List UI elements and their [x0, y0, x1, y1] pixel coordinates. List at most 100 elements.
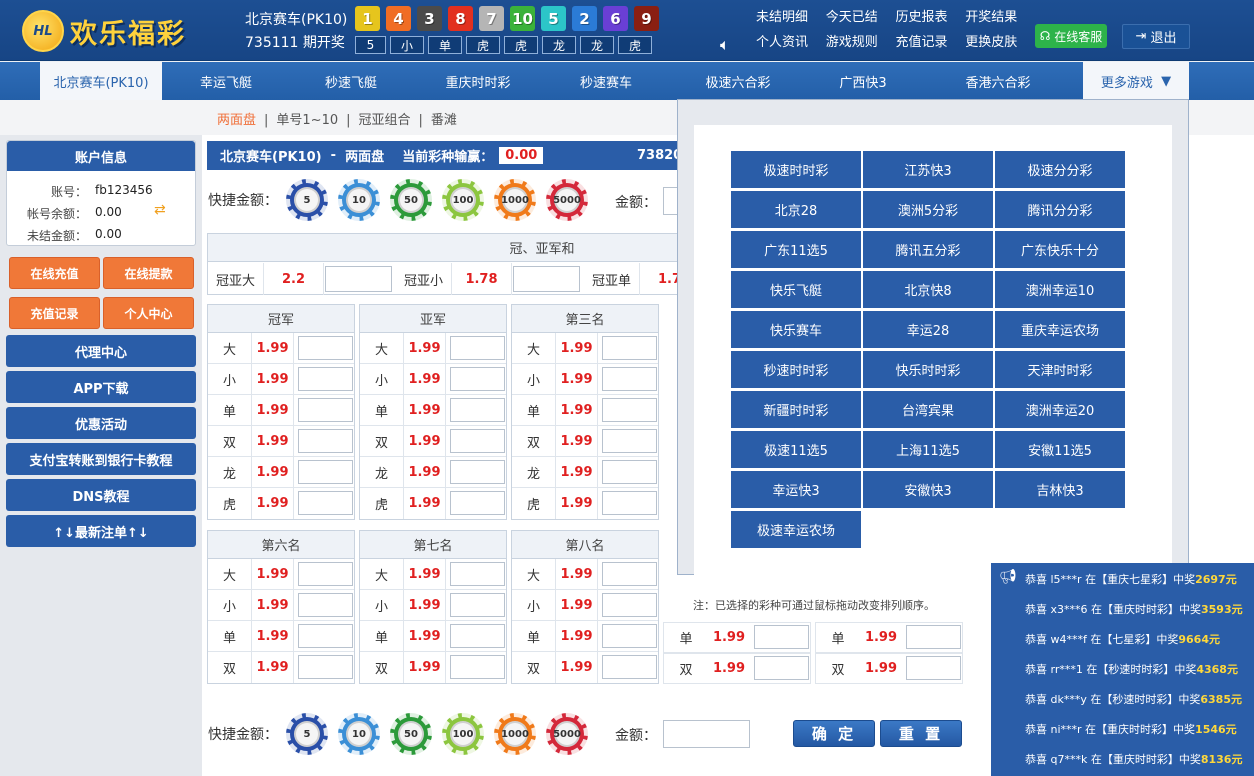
dropdown-game-item[interactable]: 极速分分彩 [995, 151, 1125, 188]
bet-input[interactable] [298, 562, 353, 586]
dropdown-game-item[interactable]: 腾讯分分彩 [995, 191, 1125, 228]
bet-input[interactable] [754, 656, 809, 680]
top-link[interactable]: 游戏规则 [826, 31, 882, 50]
dropdown-game-item[interactable]: 台湾宾果 [863, 391, 993, 428]
logo[interactable]: HL 欢乐福彩 [22, 8, 186, 54]
chip-5000-icon[interactable]: 5000 [546, 179, 588, 221]
amount-input-bottom[interactable] [663, 720, 750, 748]
side-menu-button[interactable]: APP下载 [6, 371, 196, 403]
confirm-button[interactable]: 确 定 [793, 720, 875, 747]
bet-input[interactable] [450, 624, 505, 648]
dropdown-game-item[interactable]: 澳洲幸运20 [995, 391, 1125, 428]
nav-tab[interactable]: 重庆时时彩 [417, 62, 539, 100]
chip-1000-icon[interactable]: 1000 [494, 179, 536, 221]
top-link[interactable]: 开奖结果 [965, 6, 1021, 25]
amount-input-top[interactable] [663, 187, 677, 215]
dropdown-game-item[interactable]: 快乐时时彩 [863, 351, 993, 388]
dropdown-game-item[interactable]: 秒速时时彩 [731, 351, 861, 388]
dropdown-game-item[interactable]: 重庆幸运农场 [995, 311, 1125, 348]
chip-10-icon[interactable]: 10 [338, 713, 380, 755]
dropdown-game-item[interactable]: 幸运快3 [731, 471, 861, 508]
nav-tab[interactable]: 北京赛车(PK10) [40, 62, 162, 100]
top-link[interactable]: 更换皮肤 [965, 31, 1021, 50]
chip-10-icon[interactable]: 10 [338, 179, 380, 221]
chip-5-icon[interactable]: 5 [286, 179, 328, 221]
personal-center-button[interactable]: 个人中心 [103, 297, 194, 329]
reset-button[interactable]: 重 置 [880, 720, 962, 747]
bet-input[interactable] [906, 656, 961, 680]
bet-input[interactable] [450, 460, 505, 484]
dropdown-game-item[interactable]: 广东快乐十分 [995, 231, 1125, 268]
bet-input[interactable] [298, 429, 353, 453]
bet-input[interactable] [602, 367, 657, 391]
sum-input[interactable] [513, 266, 580, 292]
speaker-icon[interactable]: 🔈︎ [720, 35, 730, 55]
bet-input[interactable] [298, 624, 353, 648]
bet-input[interactable] [298, 336, 353, 360]
side-menu-button[interactable]: DNS教程 [6, 479, 196, 511]
bet-input[interactable] [602, 593, 657, 617]
bet-input[interactable] [754, 625, 809, 649]
sum-input[interactable] [325, 266, 392, 292]
dropdown-game-item[interactable]: 天津时时彩 [995, 351, 1125, 388]
dropdown-game-item[interactable]: 安徽11选5 [995, 431, 1125, 468]
bet-input[interactable] [450, 429, 505, 453]
nav-tab[interactable]: 广西快3 [812, 62, 914, 100]
bet-input[interactable] [298, 398, 353, 422]
dropdown-game-item[interactable]: 新疆时时彩 [731, 391, 861, 428]
chip-50-icon[interactable]: 50 [390, 179, 432, 221]
dropdown-game-item[interactable]: 吉林快3 [995, 471, 1125, 508]
side-menu-button[interactable]: 支付宝转账到银行卡教程 [6, 443, 196, 475]
bet-input[interactable] [450, 367, 505, 391]
bet-input[interactable] [298, 460, 353, 484]
bet-input[interactable] [602, 624, 657, 648]
dropdown-game-item[interactable]: 幸运28 [863, 311, 993, 348]
more-games-button[interactable]: 更多游戏 ▼ [1083, 62, 1189, 100]
bet-input[interactable] [450, 398, 505, 422]
chip-100-icon[interactable]: 100 [442, 179, 484, 221]
dropdown-game-item[interactable]: 北京28 [731, 191, 861, 228]
dropdown-game-item[interactable]: 上海11选5 [863, 431, 993, 468]
nav-tab[interactable]: 秒速飞艇 [290, 62, 412, 100]
bet-input[interactable] [298, 593, 353, 617]
bet-input[interactable] [602, 655, 657, 679]
nav-tab[interactable]: 极速六合彩 [677, 62, 799, 100]
subnav-item[interactable]: 单号1~10 [276, 113, 338, 128]
dropdown-game-item[interactable]: 澳洲5分彩 [863, 191, 993, 228]
bet-input[interactable] [450, 655, 505, 679]
dropdown-game-item[interactable]: 快乐飞艇 [731, 271, 861, 308]
bet-input[interactable] [450, 562, 505, 586]
dropdown-game-item[interactable]: 快乐赛车 [731, 311, 861, 348]
logout-button[interactable]: ⇥ 退出 [1122, 24, 1190, 49]
bet-input[interactable] [298, 655, 353, 679]
bet-input[interactable] [602, 336, 657, 360]
bet-input[interactable] [602, 491, 657, 515]
side-menu-button[interactable]: 代理中心 [6, 335, 196, 367]
chip-1000-icon[interactable]: 1000 [494, 713, 536, 755]
nav-tab[interactable]: 幸运飞艇 [165, 62, 287, 100]
bet-input[interactable] [906, 625, 961, 649]
bet-input[interactable] [298, 367, 353, 391]
bet-input[interactable] [450, 593, 505, 617]
dropdown-game-item[interactable]: 北京快8 [863, 271, 993, 308]
subnav-item[interactable]: 冠亚组合 [359, 113, 411, 128]
recharge-button[interactable]: 在线充值 [9, 257, 100, 289]
withdraw-button[interactable]: 在线提款 [103, 257, 194, 289]
dropdown-game-item[interactable]: 极速时时彩 [731, 151, 861, 188]
bet-input[interactable] [602, 460, 657, 484]
bet-input[interactable] [602, 398, 657, 422]
dropdown-game-item[interactable]: 澳洲幸运10 [995, 271, 1125, 308]
bet-input[interactable] [298, 491, 353, 515]
chip-5-icon[interactable]: 5 [286, 713, 328, 755]
recharge-log-button[interactable]: 充值记录 [9, 297, 100, 329]
bet-input[interactable] [602, 429, 657, 453]
top-link[interactable]: 未结明细 [756, 6, 812, 25]
nav-tab[interactable]: 香港六合彩 [937, 62, 1059, 100]
top-link[interactable]: 今天已结 [826, 6, 882, 25]
bet-input[interactable] [450, 336, 505, 360]
subnav-item-active[interactable]: 两面盘 [217, 113, 256, 128]
chip-5000-icon[interactable]: 5000 [546, 713, 588, 755]
chip-100-icon[interactable]: 100 [442, 713, 484, 755]
top-link[interactable]: 个人资讯 [756, 31, 812, 50]
chip-50-icon[interactable]: 50 [390, 713, 432, 755]
